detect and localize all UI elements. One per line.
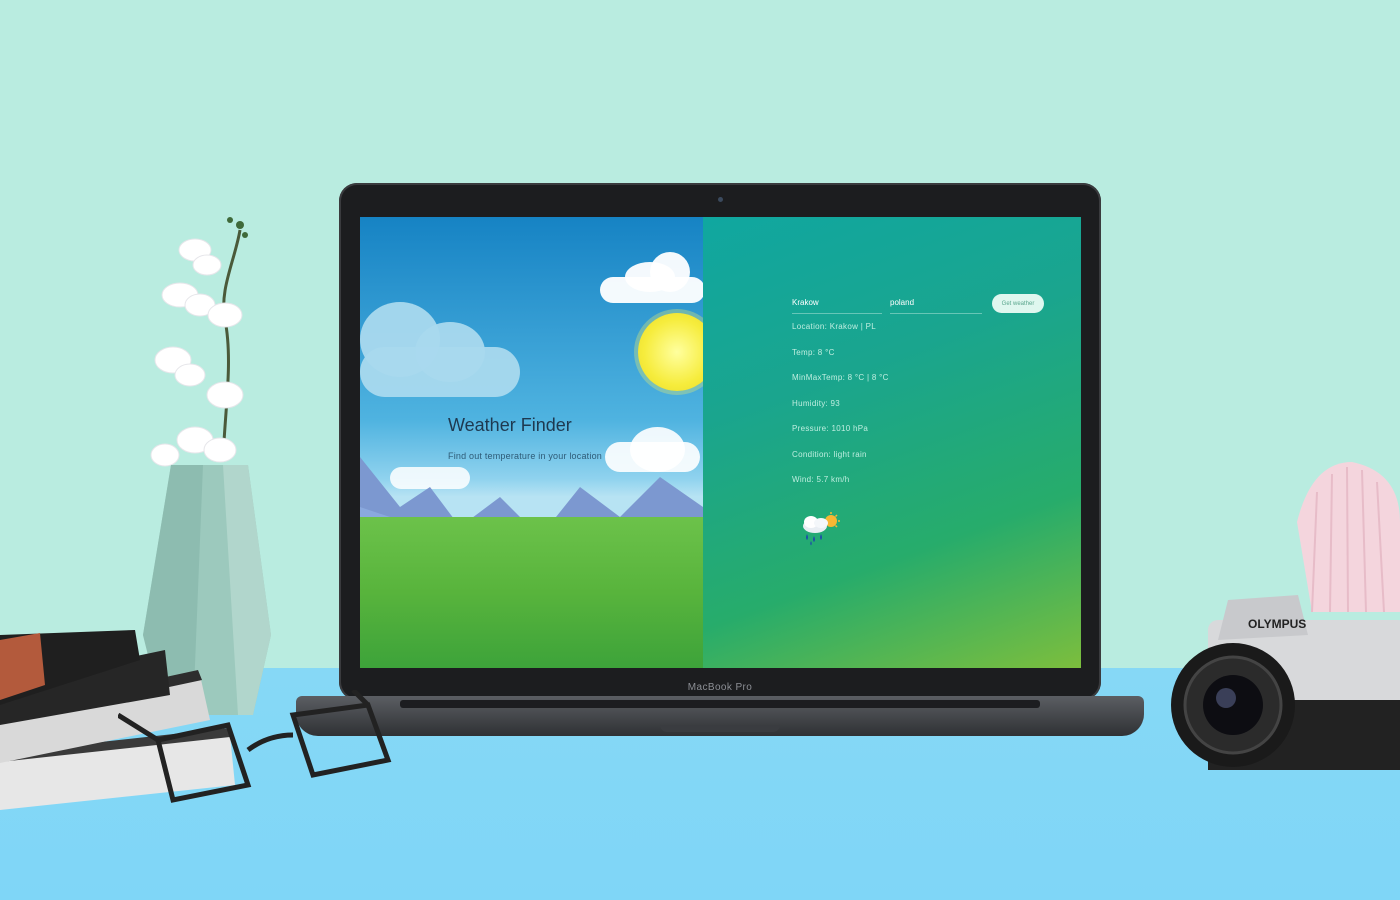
city-input[interactable]: Krakow <box>792 294 882 314</box>
laptop-notch <box>660 725 780 732</box>
pressure-text: Pressure: 1010 hPa <box>792 424 869 433</box>
get-weather-button[interactable]: Get weather <box>992 294 1044 313</box>
wind-text: Wind: 5.7 km/h <box>792 475 850 484</box>
orchid-decoration <box>150 217 248 467</box>
device-brand-label: MacBook Pro <box>687 682 753 693</box>
condition-text: Condition: light rain <box>792 450 867 459</box>
page-subtitle: Find out temperature in your location <box>448 451 602 461</box>
humidity-text: Humidity: 93 <box>792 399 841 408</box>
webcam-icon <box>718 197 723 202</box>
hills-illustration <box>360 517 703 668</box>
rain-sun-icon <box>803 512 840 546</box>
app-screen: Weather Finder Find out temperature in y… <box>360 217 1081 668</box>
page-title: Weather Finder <box>448 415 572 435</box>
camera-brand-text: OLYMPUS <box>1248 617 1306 631</box>
film-camera-decoration: OLYMPUS <box>1171 595 1400 770</box>
country-input[interactable]: poland <box>890 294 982 314</box>
weather-panel: Krakow poland Get weather Location: Krak… <box>703 217 1081 668</box>
keyboard-hinge <box>400 700 1040 708</box>
temp-text: Temp: 8 °C <box>792 348 835 357</box>
eyeglasses-decoration <box>118 690 392 803</box>
location-text: Location: Krakow | PL <box>792 322 876 331</box>
hero-panel: Weather Finder Find out temperature in y… <box>360 217 703 668</box>
sun-illustration <box>638 313 703 391</box>
minmax-temp-text: MinMaxTemp: 8 °C | 8 °C <box>792 373 889 382</box>
